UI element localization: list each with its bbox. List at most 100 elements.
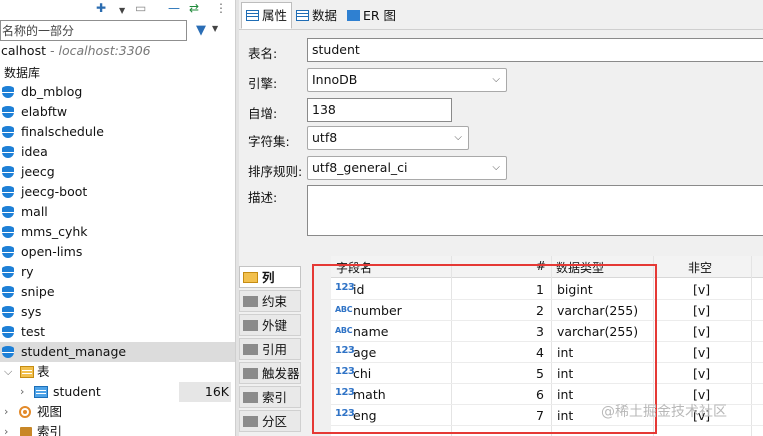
watermark: @稀土掘金技术社区 (601, 404, 727, 420)
data-type-cell[interactable]: int (557, 345, 573, 360)
header-ordinal[interactable]: # (536, 259, 546, 273)
database-item[interactable]: mall (0, 202, 235, 222)
database-item[interactable]: sys (0, 302, 235, 322)
view-icon (19, 406, 31, 418)
tab-data[interactable]: 数据 (291, 2, 342, 29)
table-label: student (53, 384, 101, 399)
database-label: idea (21, 144, 48, 159)
charset-select[interactable]: utf8 ⌵ (307, 126, 469, 150)
indexes-folder[interactable]: › 索引 (0, 422, 235, 436)
table-row[interactable]: ABC number 2 varchar(255) [v] (331, 300, 763, 321)
column-name-cell[interactable]: eng (353, 408, 377, 423)
filter-input[interactable] (1, 21, 186, 40)
header-not-null[interactable]: 非空 (688, 259, 712, 276)
connect-plug-icon[interactable]: ✚ (96, 1, 106, 15)
data-type-cell[interactable]: bigint (557, 282, 593, 297)
more-menu-icon[interactable]: ⋮ (215, 1, 227, 15)
data-type-cell[interactable]: int (557, 366, 573, 381)
not-null-cell[interactable]: [v] (693, 303, 710, 318)
side-tab-columns[interactable]: 列 (239, 266, 301, 288)
database-item-selected[interactable]: student_manage (0, 342, 235, 362)
tab-er-diagram[interactable]: ER 图 (342, 2, 401, 29)
column-name-cell[interactable]: math (353, 387, 386, 402)
data-type-cell[interactable]: int (557, 387, 573, 402)
database-item[interactable]: open-lims (0, 242, 235, 262)
collation-select[interactable]: utf8_general_ci ⌵ (307, 156, 507, 180)
database-label: sys (21, 304, 42, 319)
chevron-right-icon[interactable]: › (4, 422, 8, 436)
engine-select[interactable]: InnoDB ⌵ (307, 68, 507, 92)
link-editor-icon[interactable]: ⇄ (189, 1, 199, 15)
table-node-student[interactable]: › student 16K (0, 382, 235, 402)
tables-folder[interactable]: ⌵ 表 (0, 362, 235, 382)
database-item[interactable]: idea (0, 142, 235, 162)
database-item[interactable]: ry (0, 262, 235, 282)
table-row[interactable]: 123 chi 5 int [v] (331, 363, 763, 384)
side-tab-triggers[interactable]: 触发器 (239, 362, 301, 384)
database-item[interactable]: jeecg (0, 162, 235, 182)
not-null-cell[interactable]: [v] (693, 387, 710, 402)
chevron-down-icon[interactable]: ⌵ (4, 362, 12, 382)
database-item[interactable]: db_mblog (0, 82, 235, 102)
data-type-cell[interactable]: int (557, 408, 573, 423)
side-tab-constraints[interactable]: 约束 (239, 290, 301, 312)
er-diagram-icon (347, 10, 360, 21)
database-icon (2, 106, 14, 119)
filter-icon[interactable]: ▼ (196, 23, 206, 38)
database-item[interactable]: test (0, 322, 235, 342)
chevron-down-icon[interactable]: ▼ (212, 24, 218, 33)
chevron-right-icon[interactable]: › (20, 382, 24, 402)
database-item[interactable]: mms_cyhk (0, 222, 235, 242)
charset-label: 字符集: (248, 134, 290, 149)
database-icon (2, 186, 14, 199)
database-label: snipe (21, 284, 55, 299)
data-type-cell[interactable]: varchar(255) (557, 303, 638, 318)
numeric-type-icon: 123 (335, 345, 355, 356)
database-icon (2, 126, 14, 139)
database-icon (2, 226, 14, 239)
header-data-type[interactable]: 数据类型 (556, 259, 604, 276)
views-folder[interactable]: › 视图 (0, 402, 235, 422)
column-name-cell[interactable]: age (353, 345, 376, 360)
table-row[interactable]: 123 age 4 int [v] (331, 342, 763, 363)
constraint-icon (243, 296, 258, 307)
auto-increment-field[interactable]: 138 (307, 98, 452, 122)
side-tab-label: 约束 (262, 294, 288, 309)
new-folder-icon[interactable]: ▭ (135, 1, 146, 15)
database-icon (2, 206, 14, 219)
databases-folder[interactable]: 数据库 (4, 64, 40, 81)
table-name-field[interactable]: student (307, 38, 763, 62)
data-type-cell[interactable]: varchar(255) (557, 324, 638, 339)
column-name-cell[interactable]: name (353, 324, 388, 339)
tab-properties[interactable]: 属性 (241, 2, 293, 29)
side-tab-references[interactable]: 引用 (239, 338, 301, 360)
column-name-cell[interactable]: number (353, 303, 402, 318)
database-label: jeecg (21, 164, 55, 179)
folder-icon (243, 368, 258, 379)
database-item[interactable]: jeecg-boot (0, 182, 235, 202)
side-tab-partitions[interactable]: 分区 (239, 410, 301, 432)
column-name-cell[interactable]: chi (353, 366, 371, 381)
connection-node[interactable]: calhost - localhost:3306 (0, 43, 151, 61)
navigator-filter-field[interactable] (0, 20, 187, 41)
table-row[interactable]: ABC name 3 varchar(255) [v] (331, 321, 763, 342)
description-field[interactable] (307, 185, 763, 236)
side-tab-indexes[interactable]: 索引 (239, 386, 301, 408)
database-item[interactable]: snipe (0, 282, 235, 302)
column-name-cell[interactable]: id (353, 282, 364, 297)
chevron-right-icon[interactable]: › (4, 402, 8, 422)
side-tab-foreign-keys[interactable]: 外键 (239, 314, 301, 336)
not-null-cell[interactable]: [v] (693, 282, 710, 297)
header-column-name[interactable]: 字段名 (336, 259, 372, 276)
database-item[interactable]: finalschedule (0, 122, 235, 142)
auto-increment-label: 自增: (248, 106, 278, 121)
collapse-icon[interactable]: — (168, 1, 180, 15)
not-null-cell[interactable]: [v] (693, 324, 710, 339)
database-item[interactable]: elabftw (0, 102, 235, 122)
navigator-toolbar: ✚ ▼ ▭ — ⇄ ⋮ (0, 0, 235, 18)
chevron-down-icon[interactable]: ▼ (119, 4, 125, 18)
not-null-cell[interactable]: [v] (693, 366, 710, 381)
not-null-cell[interactable]: [v] (693, 345, 710, 360)
table-row[interactable]: 123 id 1 bigint [v] (331, 279, 763, 300)
indexes-label: 索引 (37, 424, 63, 436)
